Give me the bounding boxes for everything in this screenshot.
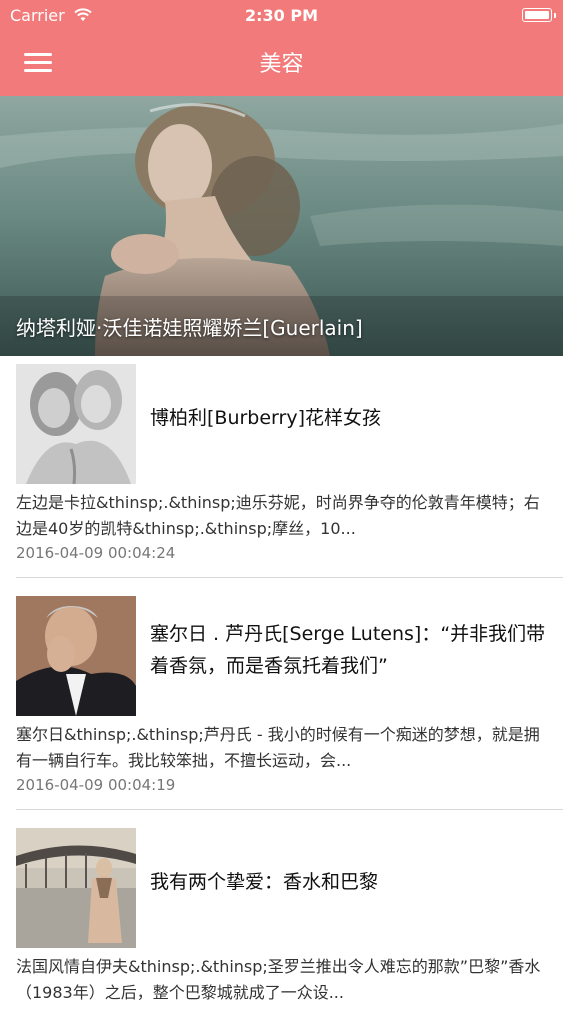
- article-thumbnail: [16, 596, 136, 716]
- battery-icon: [522, 8, 556, 22]
- article-title: 塞尔日 . 芦丹氏[Serge Lutens]：“并非我们带着香氛，而是香氛托着…: [150, 623, 546, 677]
- list-item[interactable]: 我有两个挚爱：香水和巴黎 法国风情自伊夫&thinsp;.&thinsp;圣罗兰…: [0, 820, 563, 1010]
- divider: [16, 577, 563, 578]
- status-time: 2:30 PM: [244, 6, 318, 25]
- hero-banner[interactable]: 纳塔利娅·沃佳诺娃照耀娇兰[Guerlain]: [0, 96, 563, 356]
- divider: [16, 809, 563, 810]
- article-thumbnail: [16, 828, 136, 948]
- hero-caption: 纳塔利娅·沃佳诺娃照耀娇兰[Guerlain]: [16, 316, 363, 340]
- status-bar: Carrier 2:30 PM: [0, 0, 563, 32]
- article-date: 2016-04-09 00:04:19: [16, 776, 176, 794]
- article-thumbnail: [16, 364, 136, 484]
- page-title: 美容: [259, 52, 304, 77]
- navbar: 美容: [0, 32, 563, 96]
- article-date: 2016-04-09 00:04:24: [16, 544, 176, 562]
- top-bar: Carrier 2:30 PM 美容: [0, 0, 563, 96]
- article-summary: 塞尔日&thinsp;.&thinsp;芦丹氏 - 我小的时候有一个痴迷的梦想，…: [16, 725, 540, 770]
- article-summary: 左边是卡拉&thinsp;.&thinsp;迪乐芬妮，时尚界争夺的伦敦青年模特；…: [16, 493, 540, 538]
- list-item[interactable]: 博柏利[Burberry]花样女孩 左边是卡拉&thinsp;.&thinsp;…: [0, 356, 563, 578]
- article-title: 博柏利[Burberry]花样女孩: [150, 407, 381, 429]
- article-title: 我有两个挚爱：香水和巴黎: [150, 871, 379, 893]
- article-summary: 法国风情自伊夫&thinsp;.&thinsp;圣罗兰推出令人难忘的那款”巴黎”…: [16, 957, 541, 1002]
- list-item[interactable]: 塞尔日 . 芦丹氏[Serge Lutens]：“并非我们带着香氛，而是香氛托着…: [0, 588, 563, 810]
